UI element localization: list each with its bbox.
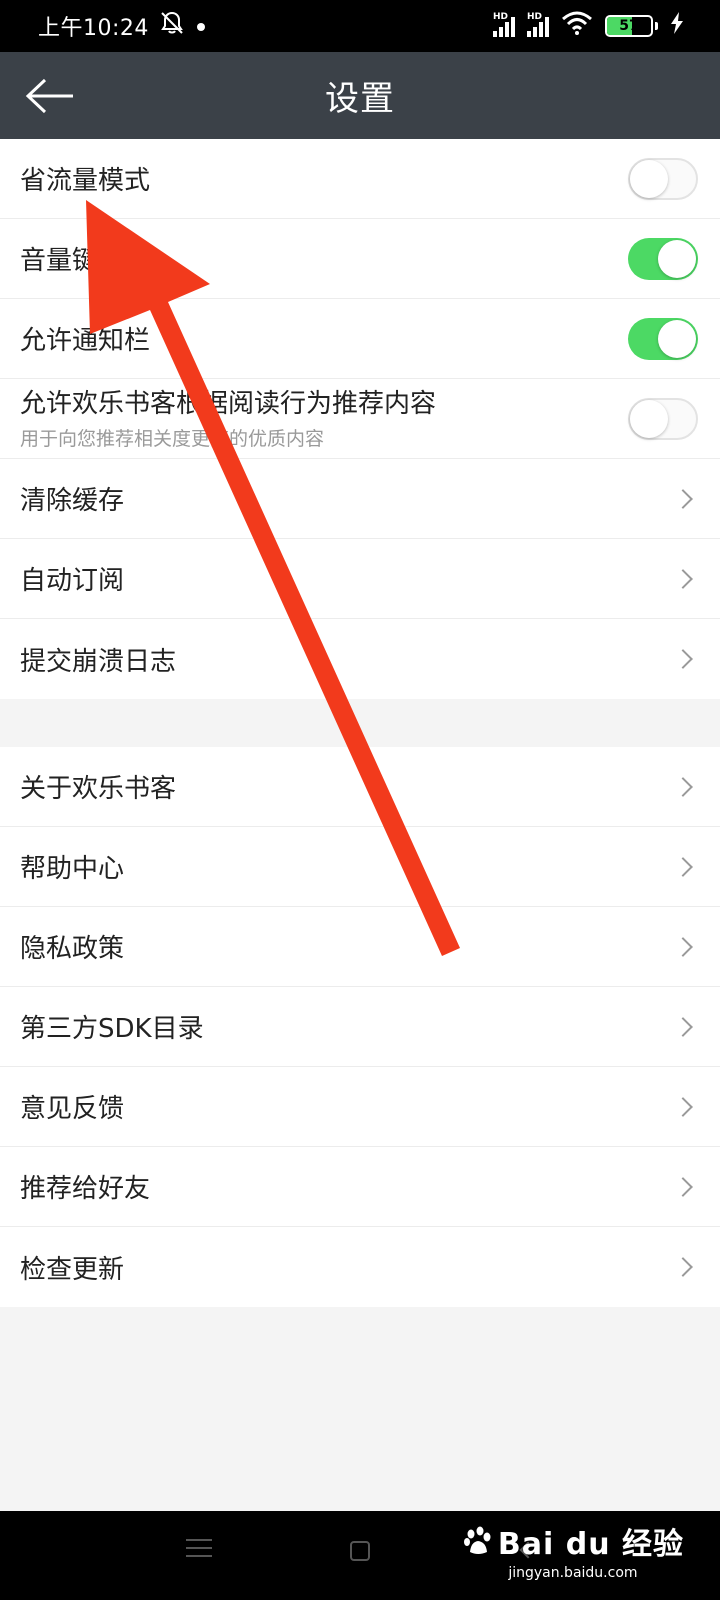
setting-row-help-center[interactable]: 帮助中心 [0,827,720,907]
baidu-jingyan-watermark: Bai du 经验 jingyan.baidu.com [462,1519,684,1581]
setting-sublabel: 用于向您推荐相关度更高的优质内容 [20,427,325,450]
setting-label: 自动订阅 [20,566,125,596]
chevron-right-icon [673,1096,693,1117]
toolbar: 设置 [0,52,720,139]
chevron-right-icon [673,649,693,669]
back-button[interactable] [24,72,76,120]
chevron-right-icon [673,568,693,589]
setting-label: 允许通知栏 [20,326,151,356]
chevron-right-icon [673,1176,693,1197]
settings-group-1: 省流量模式 音量键翻页 允许通知栏 允许欢乐书客根据阅读行为推荐内容 用于向您推… [0,139,720,699]
chevron-right-icon [673,488,693,509]
status-left: 上午10:24 [38,10,207,42]
setting-label: 帮助中心 [20,854,125,884]
volume-key-page-switch[interactable] [628,237,698,280]
chevron-right-icon [673,776,693,797]
setting-row-about[interactable]: 关于欢乐书客 [0,747,720,827]
setting-label: 清除缓存 [20,486,125,516]
setting-row-privacy-policy[interactable]: 隐私政策 [0,907,720,987]
system-nav-bar: Bai du 经验 jingyan.baidu.com [0,1511,720,1600]
setting-row-auto-subscribe[interactable]: 自动订阅 [0,539,720,619]
switch-knob [658,239,696,278]
personalized-recommend-switch[interactable] [628,397,698,440]
signal-2-hd-label: HD [527,12,543,22]
watermark-brand-text: Bai du 经验 [497,1527,684,1562]
chevron-right-icon [673,1016,693,1037]
setting-row-allow-notification[interactable]: 允许通知栏 [0,299,720,379]
setting-label: 省流量模式 [20,166,151,196]
setting-text-block: 允许欢乐书客根据阅读行为推荐内容 用于向您推荐相关度更高的优质内容 [20,387,436,451]
status-right: HD HD 57 [493,11,684,41]
allow-notification-switch[interactable] [628,317,698,360]
setting-row-third-party-sdk[interactable]: 第三方SDK目录 [0,987,720,1067]
setting-label: 允许欢乐书客根据阅读行为推荐内容 [20,388,437,419]
charging-bolt-icon [670,12,684,40]
status-bar: 上午10:24 HD HD 57 [0,0,720,52]
chevron-right-icon [673,1257,693,1277]
recent-apps-button[interactable] [186,1539,212,1563]
chevron-right-icon [673,856,693,877]
setting-label: 第三方SDK目录 [20,1014,204,1044]
setting-row-check-update[interactable]: 检查更新 [0,1227,720,1307]
setting-label: 意见反馈 [20,1094,125,1124]
switch-knob [658,319,696,358]
chevron-right-icon [673,936,693,957]
wifi-icon [561,11,593,41]
status-time: 上午10:24 [38,16,149,41]
setting-label: 推荐给好友 [20,1174,151,1204]
app-notification-icon [195,14,207,39]
setting-row-personalized-recommend[interactable]: 允许欢乐书客根据阅读行为推荐内容 用于向您推荐相关度更高的优质内容 [0,379,720,459]
watermark-url: jingyan.baidu.com [508,1565,638,1581]
setting-row-clear-cache[interactable]: 清除缓存 [0,459,720,539]
setting-row-feedback[interactable]: 意见反馈 [0,1067,720,1147]
setting-label: 提交崩溃日志 [20,646,177,677]
setting-row-data-saver[interactable]: 省流量模式 [0,139,720,219]
switch-knob [630,159,668,198]
setting-row-volume-key-page[interactable]: 音量键翻页 [0,219,720,299]
switch-knob [630,399,668,438]
settings-group-2: 关于欢乐书客 帮助中心 隐私政策 第三方SDK目录 意见反馈 推荐给好友 检查更… [0,747,720,1307]
battery-icon: 57 [605,15,653,37]
bell-muted-icon [159,10,185,42]
setting-label: 检查更新 [20,1254,125,1285]
setting-label: 音量键翻页 [20,246,151,276]
paw-logo-icon [463,1526,491,1554]
data-saver-switch[interactable] [628,157,698,200]
signal-2-icon: HD [527,12,549,37]
watermark-brand: Bai du 经验 [462,1519,684,1563]
setting-label: 关于欢乐书客 [20,774,177,804]
setting-label: 隐私政策 [20,934,125,964]
setting-row-crash-log[interactable]: 提交崩溃日志 [0,619,720,699]
page-title: 设置 [325,79,395,119]
signal-1-icon: HD [493,12,515,37]
battery-percent: 57 [619,18,639,34]
back-arrow-icon [25,78,73,114]
signal-1-hd-label: HD [493,12,509,22]
battery-tip [655,22,658,30]
setting-row-recommend-friend[interactable]: 推荐给好友 [0,1147,720,1227]
home-button[interactable] [350,1541,370,1561]
